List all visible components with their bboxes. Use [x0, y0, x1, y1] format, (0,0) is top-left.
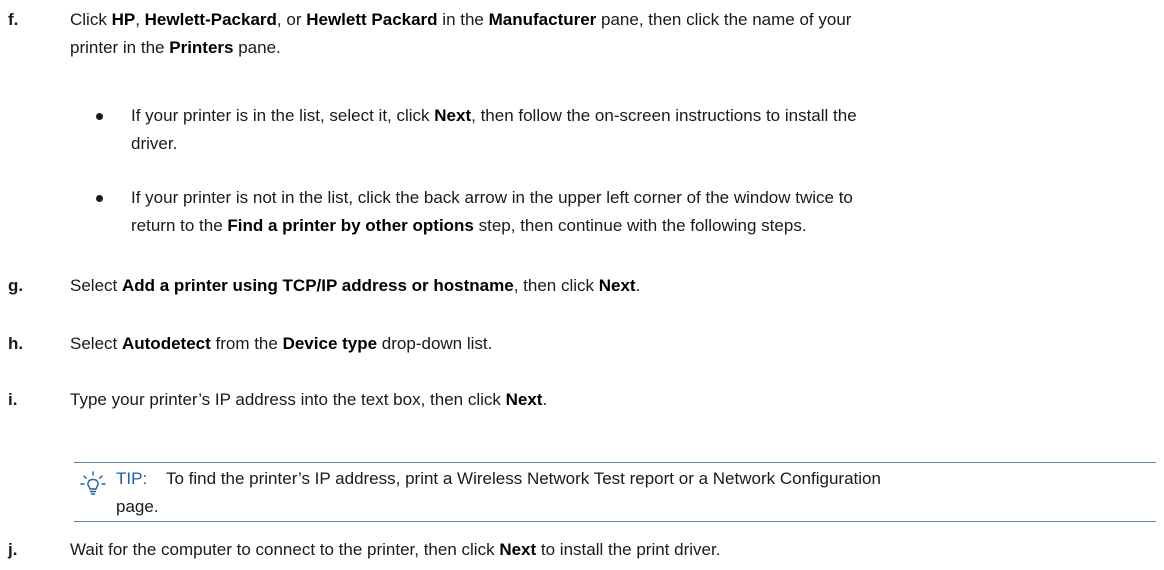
step-h-text: Select Autodetect from the Device type d…: [70, 330, 1130, 358]
text-run: drop-down list.: [377, 334, 493, 353]
text-run: If your printer is not in the list, clic…: [131, 188, 853, 207]
step-i-text: Type your printer’s IP address into the …: [70, 386, 1130, 414]
text-run: pane, then click the name of your: [596, 10, 852, 29]
bold-run: Find a printer by other options: [227, 216, 474, 235]
bullet-text: If your printer is in the list, select i…: [131, 102, 1141, 158]
bold-run: HP: [111, 10, 136, 29]
bold-run: Add a printer using TCP/IP address or ho…: [121, 276, 514, 295]
text-run: Wait for the computer to connect to the …: [70, 540, 500, 559]
text-run: If your printer is in the list, select i…: [131, 106, 435, 125]
text-run: in the: [437, 10, 489, 29]
bullet-dot: [96, 195, 103, 202]
text-run: to install the print driver.: [536, 540, 721, 559]
step-g-text: Select Add a printer using TCP/IP addres…: [70, 272, 1130, 300]
text-run: , then click: [513, 276, 599, 295]
bold-run: Next: [598, 276, 636, 295]
text-run: Click: [70, 10, 112, 29]
tip-note: TIP: To find the printer’s IP address, p…: [74, 462, 1156, 522]
text-run: printer in the: [70, 38, 170, 57]
text-run: page.: [116, 497, 159, 516]
text-run: Select: [70, 334, 122, 353]
bold-run: Autodetect: [121, 334, 211, 353]
step-j-text: Wait for the computer to connect to the …: [70, 536, 1130, 564]
lightbulb-icon: [80, 471, 106, 495]
step-letter: i.: [8, 390, 18, 409]
bold-run: Printers: [169, 38, 234, 57]
bullet-dot: [96, 113, 103, 120]
text-run: To find the printer’s IP address, print …: [166, 469, 881, 488]
text-run: .: [542, 390, 548, 409]
bold-run: Manufacturer: [488, 10, 597, 29]
tip-label: TIP:: [116, 469, 148, 488]
text-run: from the: [210, 334, 283, 353]
text-run: step, then continue with the following s…: [473, 216, 807, 235]
tip-text: To find the printer’s IP address, print …: [166, 465, 1146, 493]
step-letter: g.: [8, 276, 24, 295]
text-run: return to the: [131, 216, 228, 235]
step-letter: j.: [8, 540, 18, 559]
bold-run: Device type: [282, 334, 378, 353]
bold-run: Hewlett-Packard: [144, 10, 277, 29]
step-f-text: Click HP, Hewlett-Packard, or Hewlett Pa…: [70, 6, 1130, 62]
step-letter: h.: [8, 334, 24, 353]
bullet-text: If your printer is not in the list, clic…: [131, 184, 1141, 240]
document-page: f. Click HP, Hewlett-Packard, or Hewlett…: [0, 0, 1164, 570]
step-letter: f.: [8, 10, 19, 29]
bold-run: Hewlett Packard: [306, 10, 438, 29]
tip-text-continued: page.: [116, 493, 1096, 521]
text-run: Select: [70, 276, 122, 295]
text-run: , then follow the on-screen instructions…: [471, 106, 857, 125]
text-run: driver.: [131, 134, 178, 153]
bold-run: Next: [499, 540, 537, 559]
text-run: , or: [276, 10, 307, 29]
text-run: ,: [135, 10, 145, 29]
text-run: pane.: [233, 38, 281, 57]
text-run: Type your printer’s IP address into the …: [70, 390, 506, 409]
text-run: .: [635, 276, 641, 295]
bold-run: Next: [434, 106, 472, 125]
bold-run: Next: [505, 390, 543, 409]
